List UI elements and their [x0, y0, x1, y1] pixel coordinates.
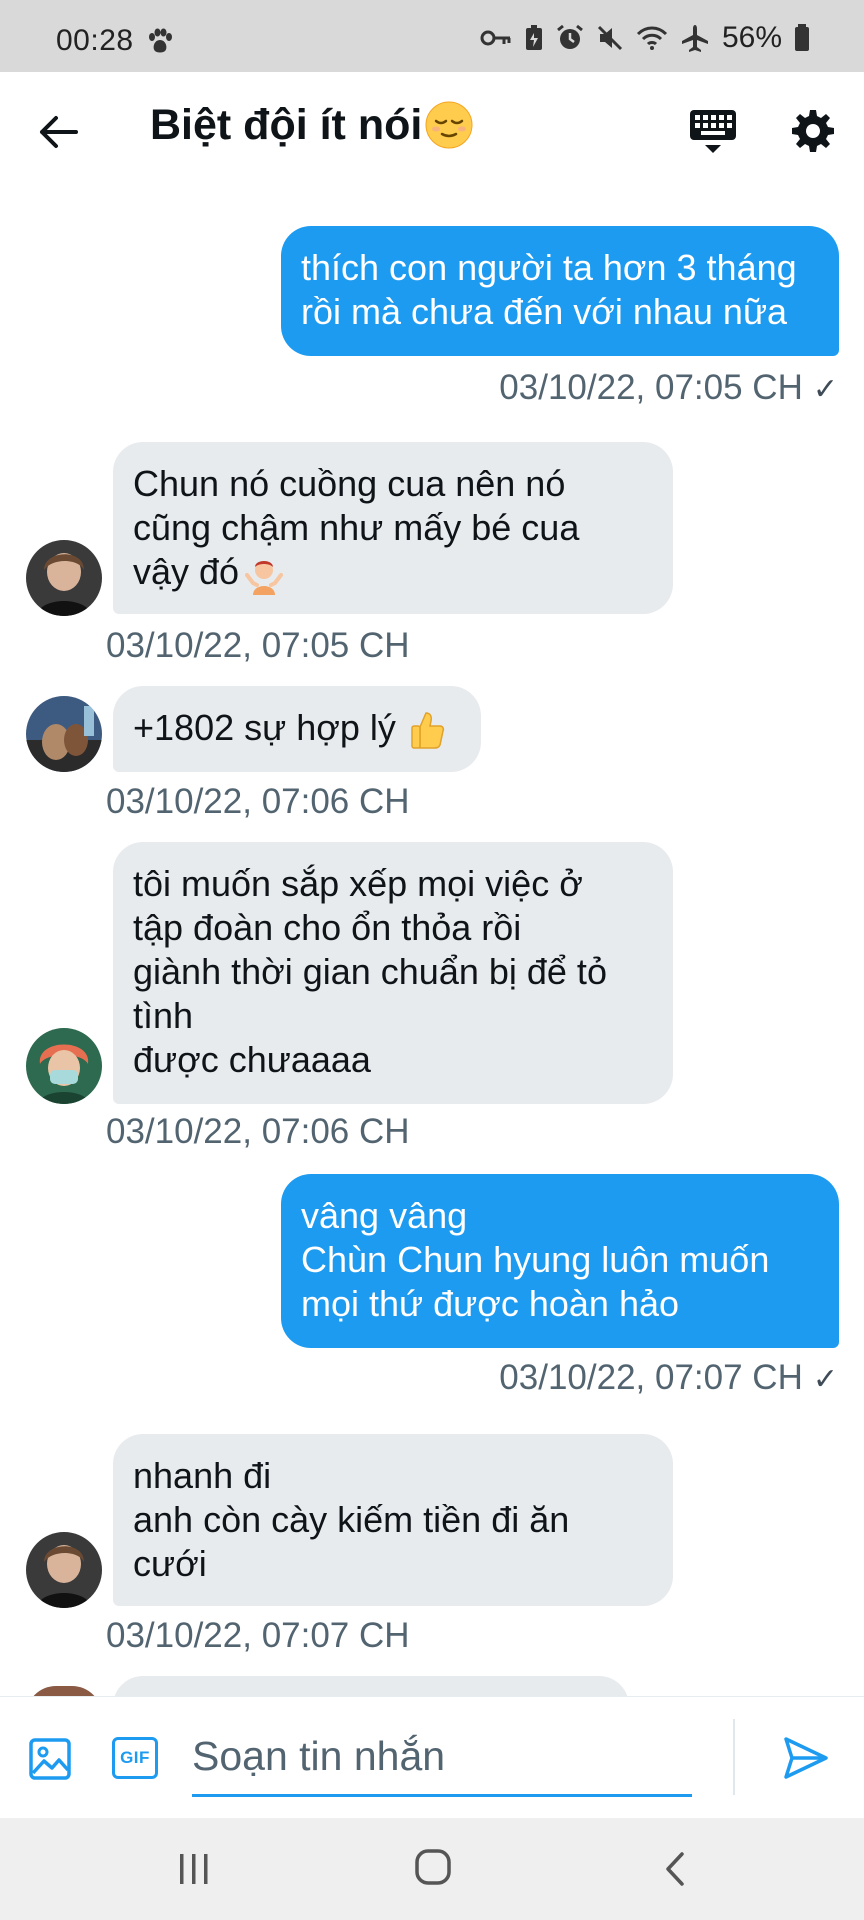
- message-input[interactable]: [192, 1719, 692, 1797]
- relieved-face-emoji: [425, 101, 473, 149]
- battery-icon: [795, 24, 809, 51]
- avatar[interactable]: [26, 540, 102, 616]
- gif-icon[interactable]: GIF: [112, 1737, 158, 1779]
- gear-icon[interactable]: [790, 108, 836, 154]
- conversation-title[interactable]: Biệt đội ít nói: [150, 100, 474, 150]
- send-icon[interactable]: [782, 1735, 830, 1781]
- message-bubble-incoming[interactable]: nhanh đi anh còn cày kiếm tiền đi ăn cướ…: [113, 1434, 673, 1606]
- message-line-text: +1802 sự hợp lý: [133, 707, 396, 748]
- thumbs-up-emoji: [411, 712, 444, 750]
- alarm-icon: [557, 24, 583, 49]
- message-line: nhanh đi: [133, 1455, 272, 1496]
- message-bubble-incoming[interactable]: Chun nó cuồng cua nên nó cũng chậm như m…: [113, 442, 673, 614]
- message-bubble-incoming[interactable]: +1802 sự hợp lý: [113, 686, 481, 772]
- timestamp-text: 03/10/22, 07:05 CH: [499, 368, 803, 407]
- key-icon: [480, 30, 511, 46]
- read-check-icon: ✓: [812, 373, 838, 406]
- message-timestamp: 03/10/22, 07:06 CH: [106, 782, 410, 821]
- nav-back-icon[interactable]: [662, 1850, 688, 1888]
- message-line: mọi thứ được hoàn hảo: [301, 1283, 680, 1324]
- message-line: anh còn cày kiếm tiền đi ăn: [133, 1499, 570, 1540]
- wifi-icon: [636, 26, 668, 50]
- message-bubble-outgoing[interactable]: thích con người ta hơn 3 tháng rồi mà ch…: [281, 226, 839, 356]
- message-timestamp: 03/10/22, 07:07 CH: [106, 1616, 410, 1655]
- message-line: rồi mà chưa đến với nhau nữa: [301, 291, 788, 332]
- message-bubble-outgoing[interactable]: vâng vâng Chùn Chun hyung luôn muốn mọi …: [281, 1174, 839, 1348]
- read-check-icon: ✓: [812, 1363, 838, 1396]
- message-line-text: vậy đó: [133, 551, 240, 592]
- message-bubble-incoming[interactable]: tôi muốn sắp xếp mọi việc ở tập đoàn cho…: [113, 842, 673, 1104]
- message-timestamp: 03/10/22, 07:05 CH ✓: [499, 368, 838, 408]
- message-timestamp: 03/10/22, 07:07 CH ✓: [499, 1358, 838, 1398]
- message-line: Chun nó cuồng cua nên nó: [133, 463, 566, 504]
- avatar[interactable]: [26, 1028, 102, 1104]
- message-line: thích con người ta hơn 3 tháng: [301, 247, 797, 288]
- message-line: được chưaaaa: [133, 1039, 371, 1080]
- avatar[interactable]: [26, 1532, 102, 1608]
- battery-saver-icon: [525, 25, 542, 50]
- message-line: Chùn Chun hyung luôn muốn: [301, 1239, 770, 1280]
- message-line: cũng chậm như mấy bé cua: [133, 507, 580, 548]
- mute-icon: [597, 25, 623, 51]
- home-icon[interactable]: [414, 1848, 452, 1886]
- timestamp-text: 03/10/22, 07:07 CH: [499, 1358, 803, 1397]
- image-icon[interactable]: [28, 1737, 72, 1781]
- conversation-title-text: Biệt đội ít nói: [150, 100, 423, 149]
- message-line: giành thời gian chuẩn bị để tỏ: [133, 951, 607, 992]
- status-bar: 00:28 56%: [0, 0, 864, 72]
- avatar-a-image: [26, 1532, 102, 1608]
- message-line: +1802 sự hợp lý: [133, 706, 461, 751]
- back-arrow-icon[interactable]: [36, 110, 80, 154]
- airplane-icon: [681, 25, 708, 52]
- avatar[interactable]: [26, 696, 102, 772]
- message-timestamp: 03/10/22, 07:06 CH: [106, 1112, 410, 1151]
- avatar-c-image: [26, 1028, 102, 1104]
- message-line: vâng vâng: [301, 1195, 468, 1236]
- avatar-a-image: [26, 540, 102, 616]
- message-line: vậy đó: [133, 550, 653, 596]
- avatar-b-image: [26, 696, 102, 772]
- message-line: tôi muốn sắp xếp mọi việc ở: [133, 863, 583, 904]
- keyboard-icon[interactable]: [688, 108, 738, 156]
- message-line: cưới: [133, 1543, 207, 1584]
- composer-divider: [733, 1719, 735, 1795]
- recents-icon[interactable]: [176, 1852, 212, 1886]
- paw-icon: [149, 28, 172, 53]
- message-line: tập đoàn cho ổn thỏa rồi: [133, 907, 522, 948]
- status-icons: 56%: [480, 21, 810, 54]
- status-time: 00:28: [56, 24, 134, 57]
- message-line: tình: [133, 995, 194, 1036]
- conversation-header: Biệt đội ít nói: [0, 72, 864, 190]
- message-composer: GIF: [0, 1696, 864, 1818]
- person-shrugging-emoji: [245, 561, 284, 596]
- battery-percent: 56%: [721, 21, 782, 54]
- message-timestamp: 03/10/22, 07:05 CH: [106, 626, 410, 665]
- system-nav-bar: [0, 1818, 864, 1920]
- gif-label: GIF: [120, 1748, 150, 1767]
